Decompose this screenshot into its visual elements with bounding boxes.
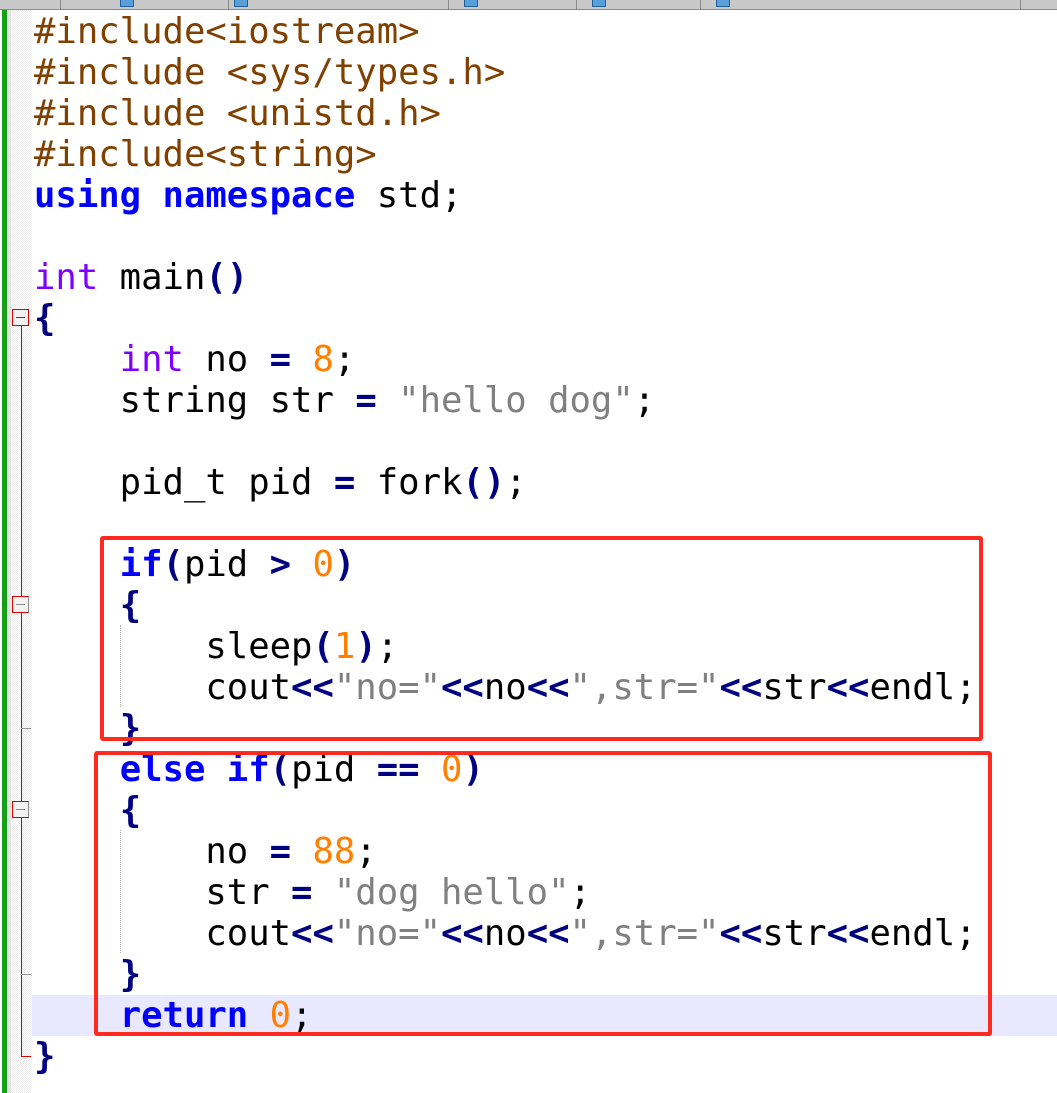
code-token: "hello dog" [398, 380, 634, 421]
tab-separator [1020, 0, 1021, 9]
code-line[interactable]: pid_t pid = fork(); [34, 462, 977, 503]
code-token: #include <unistd.h> [34, 93, 441, 134]
tab-separator [576, 0, 577, 9]
code-token: ; [505, 462, 527, 503]
fold-collapse-icon-if[interactable] [12, 596, 29, 613]
parent-branch-highlight-box [100, 536, 983, 741]
code-line[interactable]: int main() [34, 257, 977, 298]
tab-separator [700, 0, 701, 9]
code-line[interactable]: #include<iostream> [34, 11, 977, 52]
code-token: 8 [312, 339, 334, 380]
fold-end-main [21, 1056, 31, 1057]
tab-separator [448, 0, 449, 9]
code-token: using [34, 175, 142, 216]
code-token: no [183, 339, 270, 380]
code-token: = [269, 339, 292, 380]
tab-separator [228, 0, 229, 9]
code-token: ; [333, 339, 356, 380]
code-line[interactable] [34, 216, 977, 257]
fold-end-else-if [21, 974, 31, 975]
tab-separator [60, 0, 61, 9]
file-tab-icon[interactable] [464, 0, 478, 7]
file-tab-icon[interactable] [120, 0, 134, 7]
file-tab-icon[interactable] [592, 0, 606, 7]
code-token: main [98, 257, 206, 298]
code-token: int [119, 339, 184, 380]
code-token: string str [34, 380, 356, 421]
code-line[interactable]: string str = "hello dog"; [34, 380, 977, 421]
fold-line-main [21, 326, 22, 1056]
code-token: fork [355, 462, 463, 503]
code-token: #include<string> [34, 134, 377, 175]
code-token: int [34, 257, 99, 298]
code-token: = [333, 462, 356, 503]
file-tab-icon[interactable] [234, 0, 248, 7]
fold-end-if [21, 728, 31, 729]
code-line[interactable]: #include <unistd.h> [34, 93, 977, 134]
code-token: namespace [162, 175, 356, 216]
code-token: { [34, 298, 56, 339]
code-token: } [34, 1036, 56, 1077]
code-token: std; [355, 175, 463, 216]
code-token: pid_t pid [34, 462, 334, 503]
code-line[interactable] [34, 421, 977, 462]
code-token: () [462, 462, 506, 503]
code-token: #include<iostream> [34, 11, 420, 52]
code-token: ; [633, 380, 656, 421]
code-line[interactable]: { [34, 298, 977, 339]
child-branch-highlight-box [94, 751, 992, 1036]
fold-collapse-icon-main[interactable] [12, 309, 29, 326]
file-tab-icon[interactable] [716, 0, 730, 7]
tab-bar [0, 0, 1057, 10]
code-token: () [205, 257, 249, 298]
code-line[interactable]: #include<string> [34, 134, 977, 175]
code-line[interactable]: int no = 8; [34, 339, 977, 380]
code-token: #include <sys/types.h> [34, 52, 506, 93]
code-token: = [355, 380, 377, 421]
code-line[interactable]: #include <sys/types.h> [34, 52, 977, 93]
fold-collapse-icon-else-if[interactable] [12, 801, 29, 818]
code-line[interactable]: } [34, 1036, 977, 1077]
code-line[interactable]: using namespace std; [34, 175, 977, 216]
